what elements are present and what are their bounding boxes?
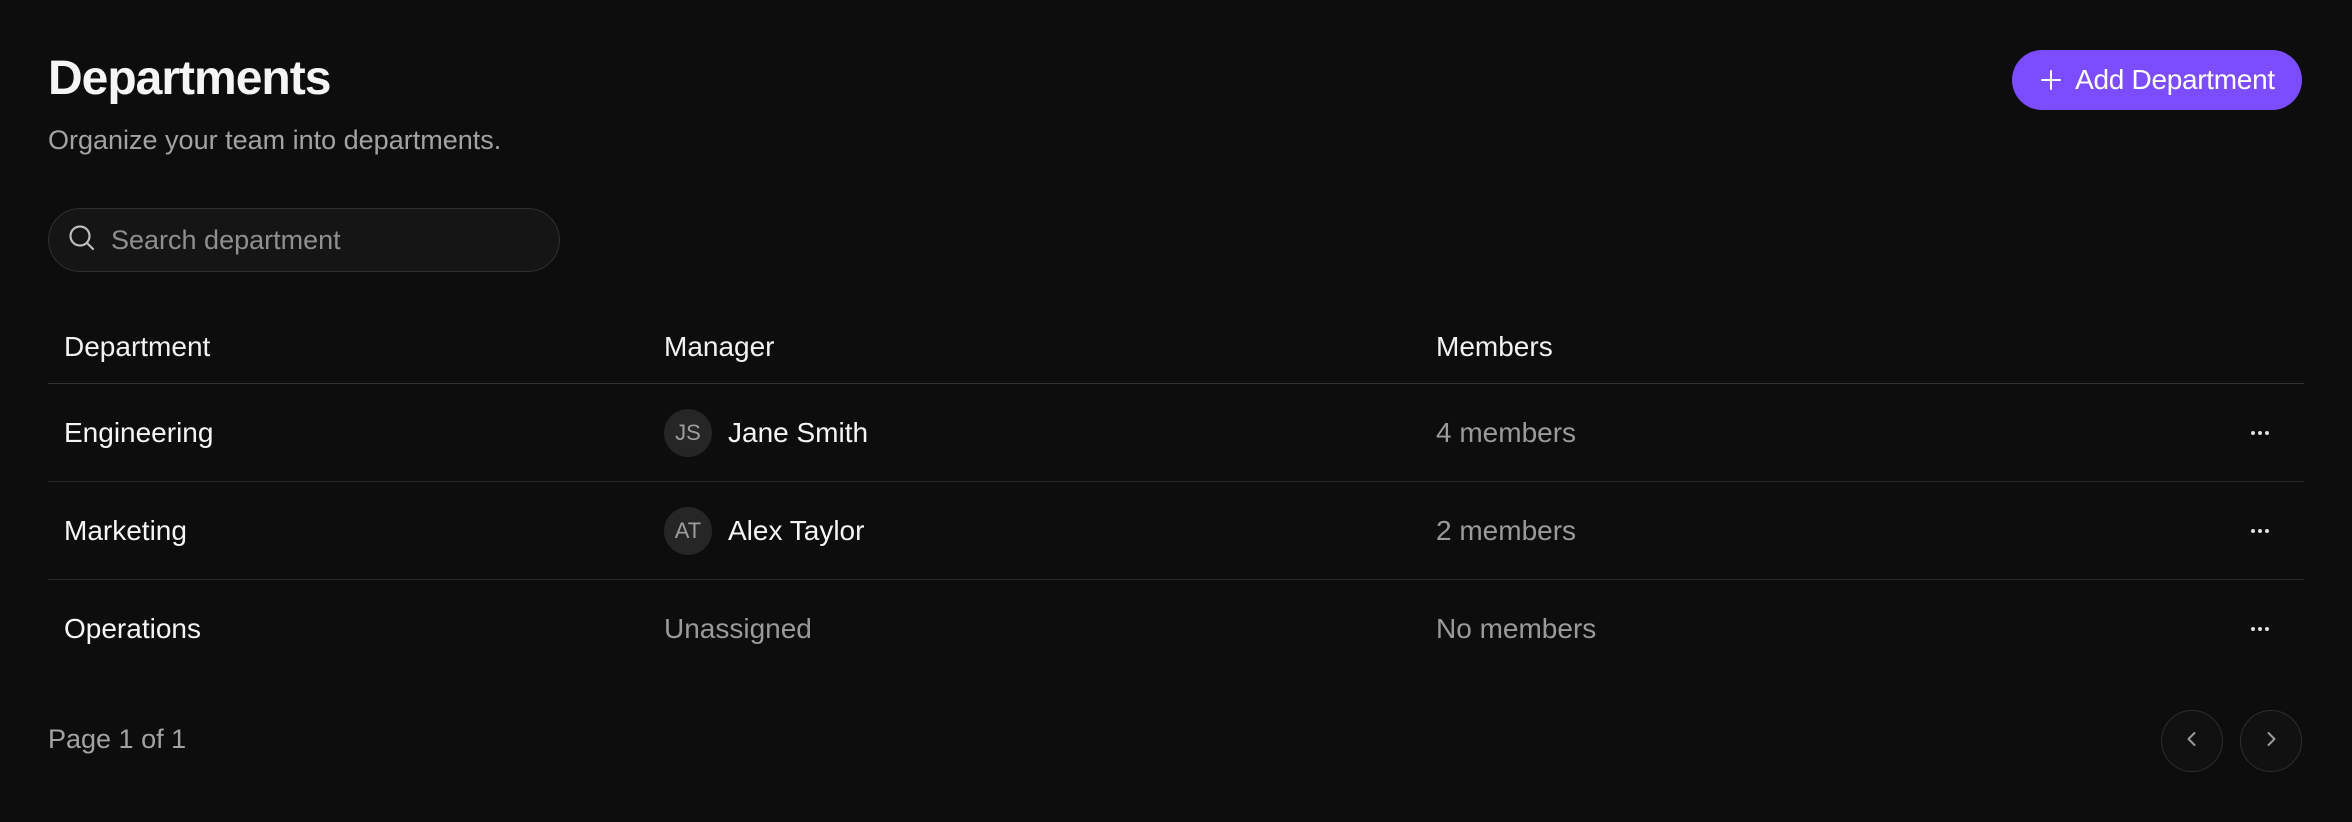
table-row[interactable]: Operations Unassigned No members xyxy=(48,580,2304,678)
members-count: No members xyxy=(1436,613,1597,644)
search-icon xyxy=(67,223,97,258)
row-actions-cell xyxy=(2240,384,2280,481)
manager-name: Jane Smith xyxy=(728,416,869,448)
departments-table: Department Manager Members Engineering J… xyxy=(48,310,2304,678)
members-count: 4 members xyxy=(1436,416,1577,448)
column-header-department[interactable]: Department xyxy=(64,310,210,383)
table-row[interactable]: Engineering JS Jane Smith 4 members xyxy=(48,384,2304,482)
more-horizontal-icon[interactable] xyxy=(2240,511,2280,551)
table-header: Department Manager Members xyxy=(48,310,2304,384)
previous-page-button[interactable] xyxy=(2161,710,2223,772)
row-actions-cell xyxy=(2240,482,2280,579)
departments-page: Departments Organize your team into depa… xyxy=(0,0,2352,822)
manager-name: Alex Taylor xyxy=(728,514,865,546)
next-page-button[interactable] xyxy=(2240,710,2302,772)
plus-icon xyxy=(2039,68,2063,92)
manager-unassigned: Unassigned xyxy=(664,613,812,644)
search-box xyxy=(48,208,560,272)
column-header-members[interactable]: Members xyxy=(1436,310,1553,383)
chevron-right-icon xyxy=(2261,729,2281,754)
manager-cell: JS Jane Smith xyxy=(664,384,868,481)
manager-cell: AT Alex Taylor xyxy=(664,482,864,579)
page-title: Departments xyxy=(48,52,331,105)
department-name: Engineering xyxy=(64,416,214,448)
avatar: JS xyxy=(664,408,712,457)
more-horizontal-icon[interactable] xyxy=(2240,609,2280,649)
department-name: Operations xyxy=(64,613,201,644)
more-horizontal-icon[interactable] xyxy=(2240,413,2280,453)
add-department-label: Add Department xyxy=(2075,64,2275,95)
search-input[interactable] xyxy=(109,223,559,257)
chevron-left-icon xyxy=(2182,729,2202,754)
row-actions-cell xyxy=(2240,580,2280,678)
add-department-button[interactable]: Add Department xyxy=(2012,50,2302,110)
department-name: Marketing xyxy=(64,514,187,546)
page-subtitle: Organize your team into departments. xyxy=(48,125,502,155)
table-row[interactable]: Marketing AT Alex Taylor 2 members xyxy=(48,482,2304,580)
avatar: AT xyxy=(664,506,712,555)
column-header-manager[interactable]: Manager xyxy=(664,310,775,383)
members-count: 2 members xyxy=(1436,514,1577,546)
pagination-text: Page 1 of 1 xyxy=(48,724,187,754)
